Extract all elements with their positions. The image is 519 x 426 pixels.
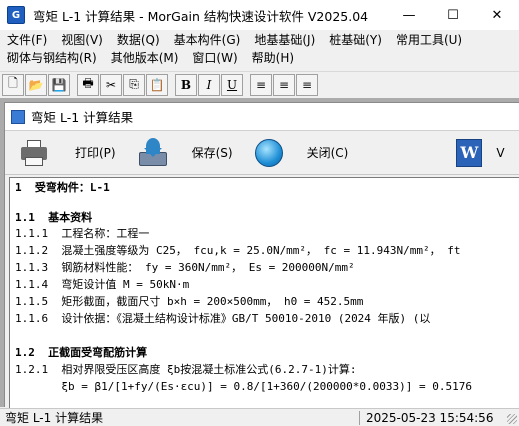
print-icon[interactable]: 🖶 bbox=[77, 73, 99, 96]
export-word-button[interactable]: W V bbox=[348, 131, 505, 175]
doc-line: 1.1.2 混凝土强度等级为 C25， fcu,k = 25.0N/mm²， f… bbox=[15, 244, 461, 257]
align-left-icon[interactable]: ≡ bbox=[250, 73, 272, 96]
export-word-label: V bbox=[496, 145, 505, 160]
child-window-title: 弯矩 L-1 计算结果 bbox=[31, 110, 134, 125]
doc-line: 1.1.1 工程名称：工程一 bbox=[15, 227, 150, 240]
app-icon[interactable]: G bbox=[7, 6, 25, 24]
align-right-icon[interactable]: ≡ bbox=[296, 73, 318, 96]
underline-button[interactable]: U bbox=[221, 73, 243, 96]
title-bar: G 弯矩 L-1 计算结果 - MorGain 结构快速设计软件 V2025.0… bbox=[0, 0, 519, 30]
child-title-bar: 弯矩 L-1 计算结果 bbox=[5, 103, 519, 131]
cut-icon[interactable]: ✂ bbox=[100, 73, 122, 96]
align-center-icon[interactable]: ≡ bbox=[273, 73, 295, 96]
new-file-icon[interactable]: 🗋 bbox=[2, 73, 24, 96]
menu-help[interactable]: 帮助(H) bbox=[245, 49, 301, 67]
save-button[interactable]: 保存(S) bbox=[116, 131, 233, 175]
child-toolbar: 打印(P) 保存(S) 关闭(C) W V bbox=[5, 131, 519, 175]
doc-line: 1.1.4 弯矩设计值 M = 50kN·m bbox=[15, 278, 190, 291]
status-left-text: 弯矩 L-1 计算结果 bbox=[5, 411, 104, 425]
menu-tools[interactable]: 常用工具(U) bbox=[389, 31, 469, 49]
print-label: 打印(P) bbox=[75, 146, 116, 160]
open-folder-icon[interactable]: 📂 bbox=[25, 73, 47, 96]
close-disc-icon bbox=[254, 138, 283, 167]
save-disk-icon[interactable]: 💾 bbox=[48, 73, 70, 96]
mdi-workspace: 弯矩 L-1 计算结果 打印(P) 保存(S) 关闭(C) W V 1 受弯构件… bbox=[0, 98, 519, 408]
save-download-icon bbox=[138, 137, 168, 168]
doc-line: 1.1.6 设计依据：《混凝土结构设计标准》GB/T 50010-2010 (2… bbox=[15, 312, 431, 325]
copy-icon[interactable]: ⎘ bbox=[123, 73, 145, 96]
close-button[interactable]: ✕ bbox=[475, 0, 519, 30]
doc-line: 1.1 基本资料 bbox=[15, 211, 93, 224]
minimize-button[interactable]: — bbox=[387, 0, 431, 30]
window-controls: — ☐ ✕ bbox=[387, 0, 519, 30]
close-window-button[interactable]: 关闭(C) bbox=[233, 131, 349, 175]
menu-view[interactable]: 视图(V) bbox=[54, 31, 110, 49]
status-divider bbox=[359, 411, 360, 425]
menu-data[interactable]: 数据(Q) bbox=[110, 31, 167, 49]
result-child-window: 弯矩 L-1 计算结果 打印(P) 保存(S) 关闭(C) W V 1 受弯构件… bbox=[4, 102, 519, 408]
menu-foundation[interactable]: 地基基础(J) bbox=[247, 31, 322, 49]
close-label: 关闭(C) bbox=[306, 146, 349, 160]
menu-masonry-steel[interactable]: 砌体与钢结构(R) bbox=[0, 49, 104, 67]
menu-window[interactable]: 窗口(W) bbox=[185, 49, 244, 67]
main-toolbar: 🗋 📂 💾 🖶 ✂ ⎘ 📋 B I U ≡ ≡ ≡ bbox=[0, 71, 519, 97]
word-icon: W bbox=[456, 138, 483, 167]
maximize-button[interactable]: ☐ bbox=[431, 0, 475, 30]
resize-grip-icon[interactable] bbox=[507, 414, 517, 424]
menu-bar-row2: 砌体与钢结构(R) 其他版本(M) 窗口(W) 帮助(H) bbox=[0, 49, 519, 67]
menu-file[interactable]: 文件(F) bbox=[0, 31, 54, 49]
window-title: 弯矩 L-1 计算结果 - MorGain 结构快速设计软件 V2025.04 bbox=[33, 8, 369, 24]
doc-line: 1.2.1 相对界限受压区高度 ξb按混凝土标准公式(6.2.7-1)计算: bbox=[15, 363, 357, 376]
document-window-icon bbox=[11, 109, 25, 124]
bold-button[interactable]: B bbox=[175, 73, 197, 96]
menu-other-versions[interactable]: 其他版本(M) bbox=[104, 49, 186, 67]
result-document[interactable]: 1 受弯构件：L-1 1.1 基本资料 1.1.1 工程名称：工程一 1.1.2… bbox=[9, 177, 519, 408]
paste-icon[interactable]: 📋 bbox=[146, 73, 168, 96]
printer-icon bbox=[19, 138, 49, 168]
status-bar: 弯矩 L-1 计算结果 2025-05-23 15:54:56 bbox=[0, 408, 519, 426]
doc-line: 1 受弯构件：L-1 bbox=[15, 181, 110, 194]
menu-bar-row1: 文件(F) 视图(V) 数据(Q) 基本构件(G) 地基基础(J) 桩基础(Y)… bbox=[0, 31, 519, 49]
doc-line: 1.2 正截面受弯配筋计算 bbox=[15, 346, 148, 359]
doc-line: ξb = β1/[1+fy/(Es·εcu)] = 0.8/[1+360/(20… bbox=[15, 380, 472, 393]
menu-basic-members[interactable]: 基本构件(G) bbox=[167, 31, 248, 49]
doc-line: 1.1.3 钢筋材料性能： fy = 360N/mm²， Es = 200000… bbox=[15, 261, 355, 274]
doc-line: 1.1.5 矩形截面，截面尺寸 b×h = 200×500mm， h0 = 45… bbox=[15, 295, 364, 308]
save-label: 保存(S) bbox=[191, 146, 233, 160]
italic-button[interactable]: I bbox=[198, 73, 220, 96]
status-timestamp: 2025-05-23 15:54:56 bbox=[366, 411, 494, 425]
print-button[interactable]: 打印(P) bbox=[5, 131, 116, 175]
menu-pile-foundation[interactable]: 桩基础(Y) bbox=[322, 31, 389, 49]
